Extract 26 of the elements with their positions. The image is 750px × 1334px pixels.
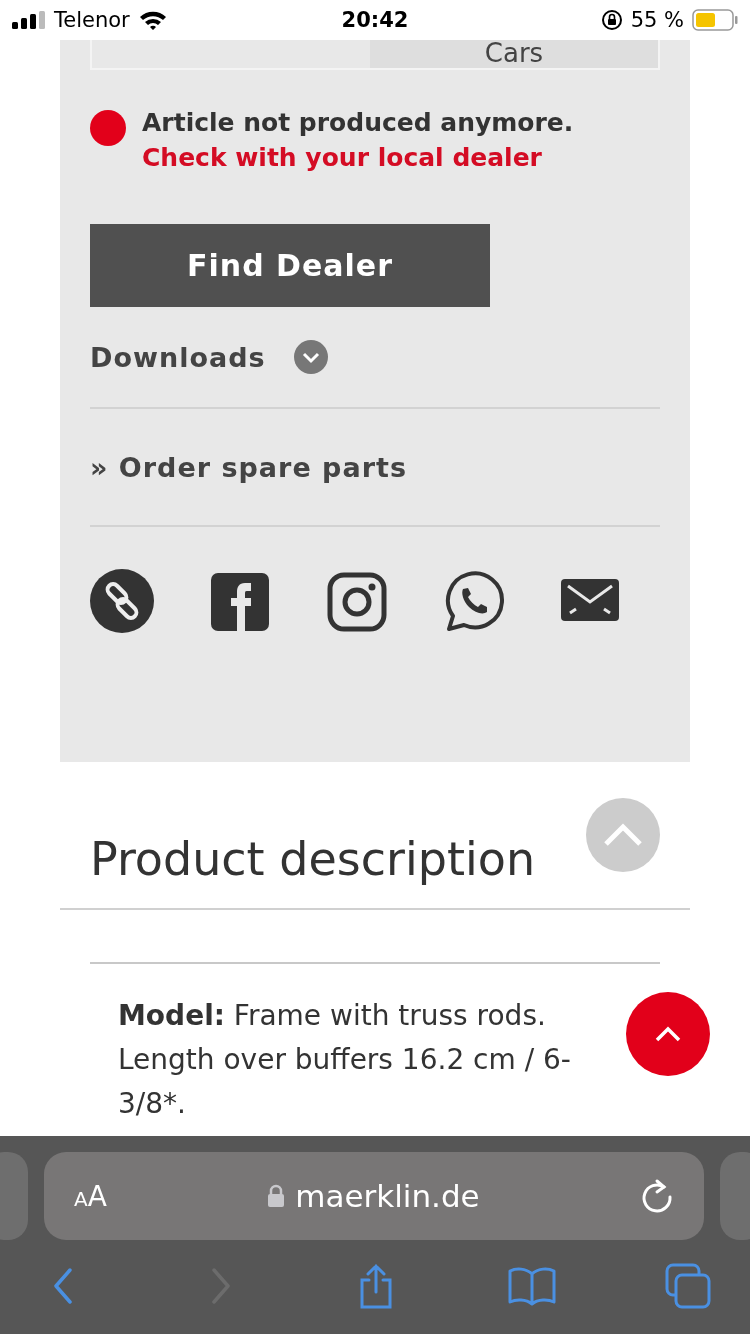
lock-icon xyxy=(267,1184,286,1208)
rotation-lock-icon xyxy=(600,9,623,31)
chevron-up-icon xyxy=(603,823,643,847)
signal-icon xyxy=(12,11,46,29)
reload-icon[interactable] xyxy=(640,1178,674,1214)
tabs-button[interactable] xyxy=(664,1262,712,1310)
dealer-note: Check with your local dealer xyxy=(142,143,543,172)
table-cell: Cars xyxy=(370,40,658,68)
clock-time: 20:42 xyxy=(341,8,409,32)
battery-percent: 55 % xyxy=(630,8,684,32)
availability-status: Article not produced anymore. xyxy=(142,108,574,137)
url-text: maerklin.de xyxy=(295,1178,480,1214)
chevron-up-icon xyxy=(655,1026,681,1042)
battery-icon xyxy=(692,9,738,31)
address-bar[interactable]: AA maerklin.de xyxy=(44,1152,704,1240)
downloads-toggle[interactable]: Downloads xyxy=(90,340,328,374)
find-dealer-button[interactable]: Find Dealer xyxy=(90,224,490,307)
spare-parts-link[interactable]: » Order spare parts xyxy=(90,451,407,483)
link-icon[interactable] xyxy=(90,569,154,633)
chevron-icon xyxy=(293,340,328,374)
status-dot xyxy=(90,110,126,146)
description-paragraph: Model: Frame with truss rods. Length over buffers 16.2 cm / 6-3/8*. xyxy=(118,998,572,1122)
tabs-icon xyxy=(664,1262,712,1310)
carrier-name: Telenor xyxy=(54,8,130,32)
section-heading: Product description xyxy=(90,832,536,886)
text-size-button[interactable]: AA xyxy=(74,1179,107,1213)
